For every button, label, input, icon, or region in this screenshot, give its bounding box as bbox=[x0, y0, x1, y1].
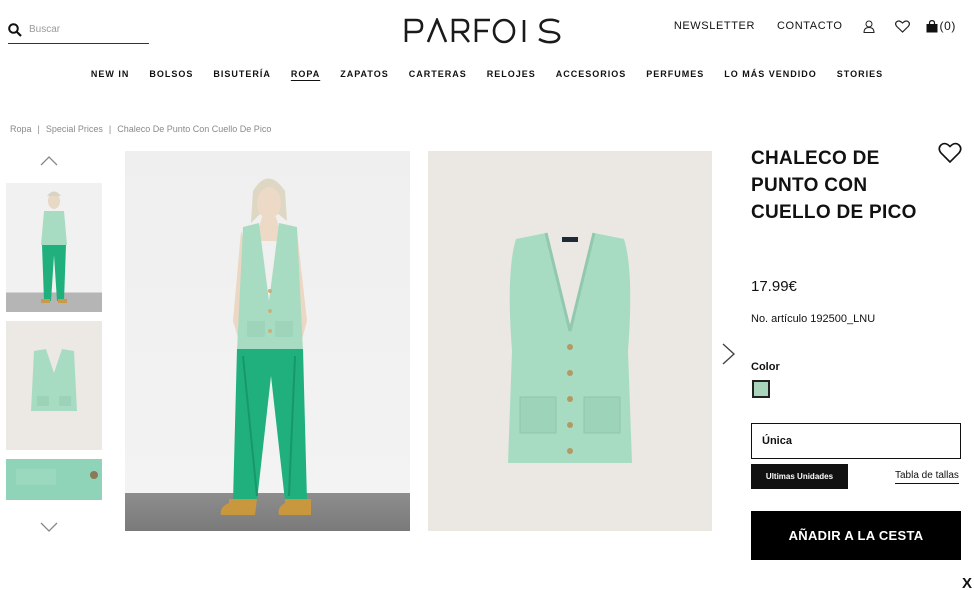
cart-count: (0) bbox=[939, 19, 956, 33]
size-value: Única bbox=[762, 435, 792, 447]
breadcrumb: Ropa | Special Prices | Chaleco De Punto… bbox=[10, 124, 271, 134]
nav-item-carteras[interactable]: CARTERAS bbox=[409, 69, 467, 79]
cart-button[interactable]: (0) bbox=[926, 19, 956, 33]
close-button[interactable]: X bbox=[962, 575, 972, 590]
thumbnail-detail[interactable] bbox=[6, 459, 102, 500]
chevron-up-icon[interactable] bbox=[40, 155, 58, 167]
breadcrumb-special-prices[interactable]: Special Prices bbox=[46, 124, 103, 134]
chevron-down-icon[interactable] bbox=[40, 521, 58, 533]
product-image-model[interactable] bbox=[125, 151, 410, 531]
size-selector[interactable]: Única bbox=[751, 423, 961, 459]
color-swatch[interactable] bbox=[752, 380, 770, 398]
search-icon[interactable] bbox=[8, 22, 22, 37]
newsletter-link[interactable]: NEWSLETTER bbox=[674, 20, 755, 32]
breadcrumb-ropa[interactable]: Ropa bbox=[10, 124, 32, 134]
nav-item-ropa[interactable]: ROPA bbox=[291, 69, 320, 79]
search-input[interactable] bbox=[29, 24, 139, 35]
nav-item-lo-mas-vendido[interactable]: LO MÁS VENDIDO bbox=[724, 69, 817, 79]
thumbnail-product[interactable] bbox=[6, 321, 102, 450]
size-table-link[interactable]: Tabla de tallas bbox=[895, 470, 959, 484]
nav-item-bisuteria[interactable]: BISUTERÍA bbox=[213, 69, 271, 79]
chevron-right-icon[interactable] bbox=[720, 343, 736, 365]
product-sku: No. artículo 192500_LNU bbox=[751, 313, 876, 325]
nav-item-stories[interactable]: STORIES bbox=[837, 69, 883, 79]
parfois-logo bbox=[404, 16, 561, 44]
nav-item-relojes[interactable]: RELOJES bbox=[487, 69, 536, 79]
wishlist-heart-icon[interactable] bbox=[938, 142, 962, 164]
nav-item-new-in[interactable]: NEW IN bbox=[91, 69, 130, 79]
breadcrumb-current: Chaleco De Punto Con Cuello De Pico bbox=[117, 124, 272, 134]
nav-item-bolsos[interactable]: BOLSOS bbox=[149, 69, 193, 79]
top-navigation: NEWSLETTER CONTACTO (0) bbox=[674, 19, 956, 33]
nav-item-perfumes[interactable]: PERFUMES bbox=[646, 69, 704, 79]
thumbnail-model[interactable] bbox=[6, 183, 102, 312]
search-bar[interactable] bbox=[8, 16, 149, 44]
breadcrumb-separator: | bbox=[37, 124, 40, 134]
product-title: CHALECO DE PUNTO CON CUELLO DE PICO bbox=[751, 148, 917, 223]
bag-icon bbox=[926, 19, 938, 32]
contact-link[interactable]: CONTACTO bbox=[777, 20, 843, 32]
account-icon[interactable] bbox=[863, 20, 875, 33]
main-navigation: NEW IN BOLSOS BISUTERÍA ROPA ZAPATOS CAR… bbox=[0, 69, 974, 79]
product-price: 17.99€ bbox=[751, 278, 797, 295]
color-label: Color bbox=[751, 361, 780, 373]
nav-item-accesorios[interactable]: ACCESORIOS bbox=[556, 69, 627, 79]
nav-item-zapatos[interactable]: ZAPATOS bbox=[340, 69, 389, 79]
stock-badge: Ultimas Unidades bbox=[751, 464, 848, 489]
product-image-flat[interactable] bbox=[428, 151, 712, 531]
wishlist-icon[interactable] bbox=[894, 19, 910, 33]
breadcrumb-separator: | bbox=[108, 124, 112, 134]
brand-logo[interactable] bbox=[404, 16, 564, 44]
add-to-cart-button[interactable]: AÑADIR A LA CESTA bbox=[751, 511, 961, 560]
